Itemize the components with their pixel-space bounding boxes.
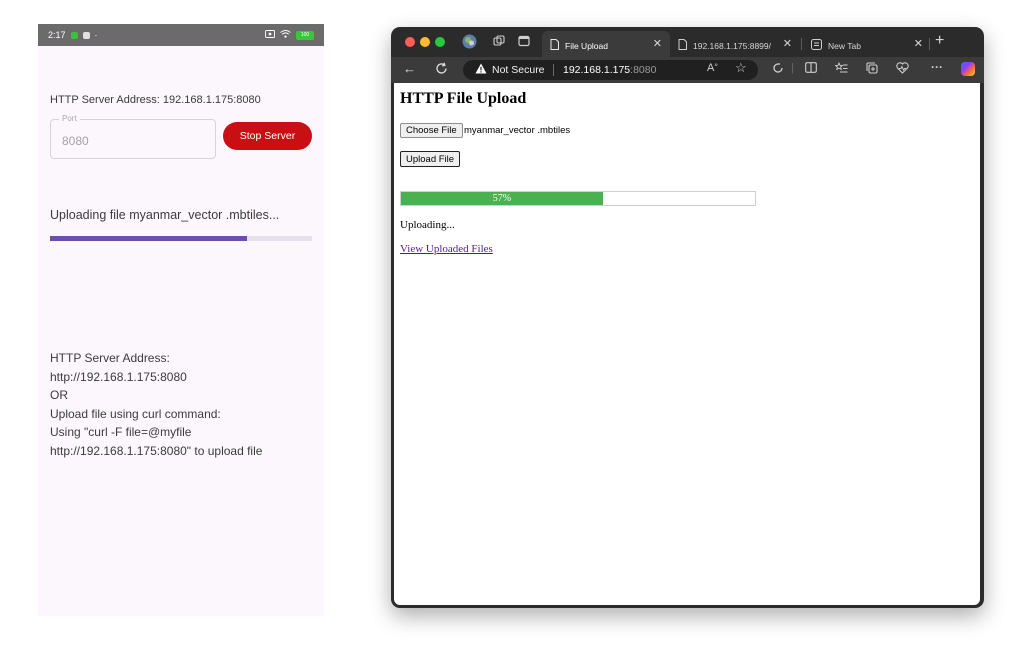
port-field-label: Port [59, 114, 80, 123]
status-dot: · [94, 30, 98, 40]
stop-server-button[interactable]: Stop Server [223, 122, 312, 150]
refresh-icon[interactable] [435, 62, 448, 78]
notification-icon [82, 31, 90, 39]
tab-label: 192.168.1.175:8899/ [693, 40, 771, 51]
more-menu-icon[interactable]: ··· [931, 60, 943, 74]
split-screen-icon[interactable] [805, 62, 817, 76]
port-field-value[interactable]: 8080 [62, 134, 89, 148]
server-info-block: HTTP Server Address: http://192.168.1.17… [50, 349, 262, 461]
newtab-icon [811, 39, 822, 52]
close-tab-icon[interactable]: ✕ [653, 37, 662, 50]
read-aloud-icon[interactable]: A» [707, 62, 718, 74]
maximize-window-button[interactable] [435, 37, 445, 47]
android-app-screen: 2:17 · 100 HTTP Server Address: 192.168.… [38, 24, 324, 616]
upload-file-button[interactable]: Upload File [400, 151, 461, 167]
info-line: Upload file using curl command: [50, 406, 221, 421]
browser-window: File Upload ✕ 192.168.1.175:8899/ ✕ New … [391, 27, 984, 608]
selected-file-name: myanmar_vector .mbtiles [464, 125, 571, 136]
info-line: Using "curl -F file=@myfile [50, 425, 192, 440]
address-separator [553, 64, 554, 76]
copilot-icon[interactable] [961, 62, 975, 76]
view-uploaded-files-link[interactable]: View Uploaded Files [400, 243, 493, 255]
profile-avatar-icon[interactable] [462, 34, 477, 52]
browser-essentials-icon[interactable] [896, 62, 909, 77]
upload-progress-bar [50, 236, 312, 241]
browser-toolbar: ← Not Secure 192.168.1.175:8080 A» ☆ | ·… [391, 57, 984, 83]
info-line: HTTP Server Address: [50, 351, 170, 365]
collections-icon[interactable] [866, 62, 878, 77]
port-field[interactable]: Port 8080 [50, 114, 216, 159]
upload-progress-fill [50, 236, 247, 241]
extension-icon[interactable] [772, 62, 784, 77]
choose-file-button[interactable]: Choose File [400, 123, 463, 138]
tab-actions-icon[interactable] [518, 35, 530, 50]
warning-triangle-icon[interactable] [475, 63, 487, 77]
page-icon [678, 39, 687, 52]
server-address-label: HTTP Server Address: 192.168.1.175:8080 [50, 94, 261, 106]
info-line: http://192.168.1.175:8080 [50, 369, 187, 384]
info-line: http://192.168.1.175:8080" to upload fil… [50, 443, 263, 458]
tab-separator [929, 38, 930, 50]
workspaces-icon[interactable] [493, 35, 505, 50]
toolbar-divider: | [791, 62, 794, 74]
wifi-icon [280, 30, 291, 40]
new-tab-plus-icon[interactable]: + [935, 32, 944, 50]
tab-file-upload[interactable]: File Upload ✕ [542, 31, 670, 57]
cast-icon [265, 30, 275, 40]
url-host: 192.168.1.175 [563, 64, 631, 76]
back-arrow-icon[interactable]: ← [403, 61, 416, 76]
close-window-button[interactable] [405, 37, 415, 47]
info-line: OR [50, 388, 68, 403]
page-icon [550, 39, 559, 52]
notification-icon [70, 31, 78, 39]
web-page: HTTP File Upload Choose File myanmar_vec… [394, 83, 980, 605]
minimize-window-button[interactable] [420, 37, 430, 47]
tab-label: New Tab [828, 40, 861, 51]
favorite-star-icon[interactable]: ☆ [735, 60, 747, 76]
tab-bar: File Upload ✕ 192.168.1.175:8899/ ✕ New … [391, 27, 984, 57]
tab-separator [801, 38, 802, 50]
close-tab-icon[interactable]: ✕ [914, 37, 923, 50]
status-bar: 2:17 · 100 [38, 24, 324, 46]
upload-status-text: Uploading... [400, 219, 455, 231]
tab-server-8899[interactable]: 192.168.1.175:8899/ ✕ [670, 31, 800, 57]
uploading-status-text: Uploading file myanmar_vector .mbtiles..… [50, 208, 280, 222]
favorites-list-icon[interactable] [834, 61, 848, 77]
page-progress-fill: 57% [401, 192, 603, 205]
page-progress-text: 57% [492, 193, 512, 204]
url-text[interactable]: 192.168.1.175:8080 [563, 64, 656, 76]
status-time: 2:17 [48, 30, 66, 40]
page-progress-bar: 57% [400, 191, 756, 206]
url-port: :8080 [630, 64, 657, 76]
not-secure-label[interactable]: Not Secure [492, 64, 545, 76]
close-tab-icon[interactable]: ✕ [783, 37, 792, 50]
page-title: HTTP File Upload [400, 90, 527, 107]
tab-label: File Upload [565, 40, 608, 51]
battery-icon: 100 [296, 30, 314, 40]
tab-new-tab[interactable]: New Tab ✕ [803, 31, 931, 57]
